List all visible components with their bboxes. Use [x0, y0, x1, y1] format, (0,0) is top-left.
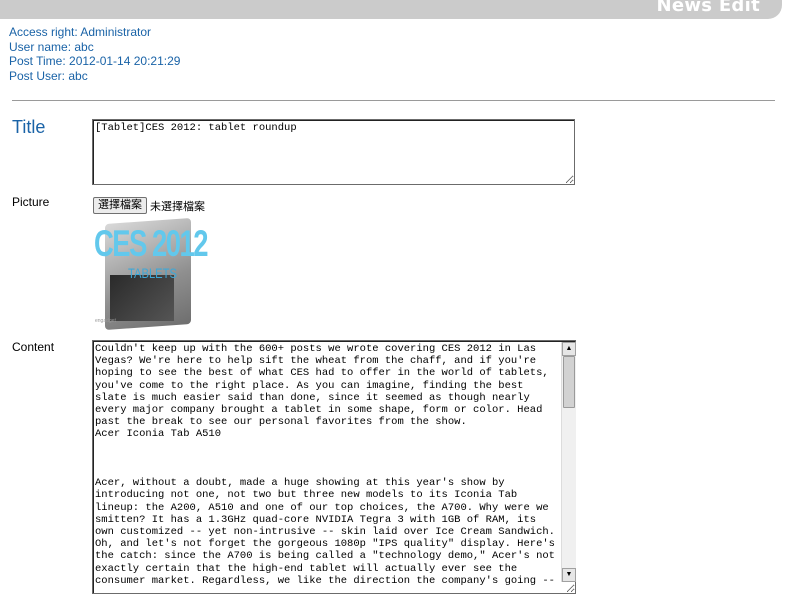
file-status-text: 未選擇檔案 [150, 200, 205, 213]
header-bar: News Edit [0, 0, 782, 19]
scroll-up-arrow-icon[interactable]: ▲ [562, 342, 576, 356]
thumbnail-headline: CES 2012 [94, 223, 208, 264]
content-scrollbar[interactable]: ▲ ▼ [561, 342, 576, 582]
thumbnail-credit: engadget [95, 318, 116, 324]
page-title: News Edit [656, 0, 760, 16]
post-user-text: Post User: abc [9, 68, 88, 83]
post-meta: Access right: Administrator User name: a… [9, 25, 180, 83]
thumbnail-subline: TABLETS [128, 265, 177, 281]
file-input[interactable]: 選擇檔案 未選擇檔案 [93, 197, 205, 214]
content-label: Content [12, 340, 55, 354]
picture-thumbnail: CES 2012 TABLETS engadget [92, 215, 209, 331]
title-label: Title [12, 117, 46, 137]
divider [12, 100, 775, 101]
tablet-screen [110, 275, 174, 321]
user-name-text: User name: abc [9, 39, 94, 54]
access-right-text: Access right: Administrator [9, 25, 152, 39]
title-textarea[interactable]: [Tablet]CES 2012: tablet roundup [92, 119, 575, 185]
content-textarea[interactable]: Couldn't keep up with the 600+ posts we … [92, 340, 576, 594]
picture-label: Picture [12, 195, 50, 209]
scrollbar-thumb[interactable] [563, 356, 575, 408]
post-time-text: Post Time: 2012-01-14 20:21:29 [9, 54, 181, 68]
choose-file-button[interactable]: 選擇檔案 [93, 197, 147, 214]
scroll-down-arrow-icon[interactable]: ▼ [562, 568, 576, 582]
